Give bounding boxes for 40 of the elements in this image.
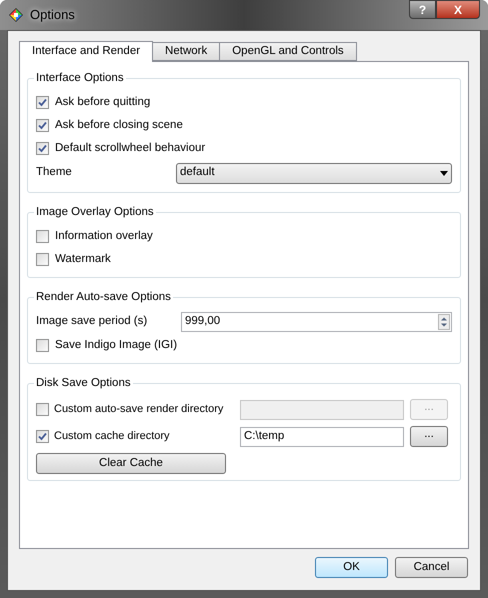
check-icon [38,98,47,107]
checkbox-label: Custom auto-save render directory [54,402,224,418]
dialog-button[interactable]: Cancel [395,557,468,578]
spin-arrows-icon[interactable] [438,314,450,330]
dialog-button[interactable]: OK [315,557,388,578]
checkbox-label: Custom cache directory [54,429,170,444]
checkbox-label: Ask before quitting [55,94,150,110]
window-title: Options [30,6,75,24]
checkbox-label: Information overlay [55,228,153,244]
app-logo-icon [8,7,24,23]
spin-field[interactable]: 999,00 [181,312,452,332]
checkbox[interactable] [36,430,49,443]
checkbox-label: Save Indigo Image (IGI) [55,338,178,353]
check-icon [38,121,47,130]
checkbox[interactable] [36,339,49,352]
tab[interactable]: Network [153,42,220,61]
checkbox-label: Ask before closing scene [55,118,183,133]
theme-dropdown[interactable]: default [176,162,452,184]
checkbox[interactable] [36,96,49,109]
close-button[interactable]: X [436,0,480,19]
browse-button[interactable]: ... [410,426,448,447]
checkbox-label: Default scrollwheel behaviour [55,140,206,156]
dropdown-arrow-icon [440,170,448,176]
tab[interactable]: Interface and Render [19,41,154,62]
field-label: Image save period (s) [36,314,148,330]
field-label: Theme [36,165,73,180]
check-icon [38,432,47,441]
checkbox-label: Watermark [55,252,111,267]
directory-field[interactable]: C:\temp [240,426,404,446]
group-title: Image Overlay Options [34,205,156,220]
tab[interactable]: OpenGL and Controls [220,42,357,61]
checkbox[interactable] [36,253,49,266]
group-title: Render Auto-save Options [34,290,173,305]
group-title: Interface Options [34,71,126,86]
checkbox[interactable] [36,119,49,132]
checkbox[interactable] [36,230,49,243]
clear-cache-button[interactable]: Clear Cache [36,453,226,474]
check-icon [38,144,47,153]
group-title: Disk Save Options [34,376,133,391]
checkbox[interactable] [36,142,49,155]
